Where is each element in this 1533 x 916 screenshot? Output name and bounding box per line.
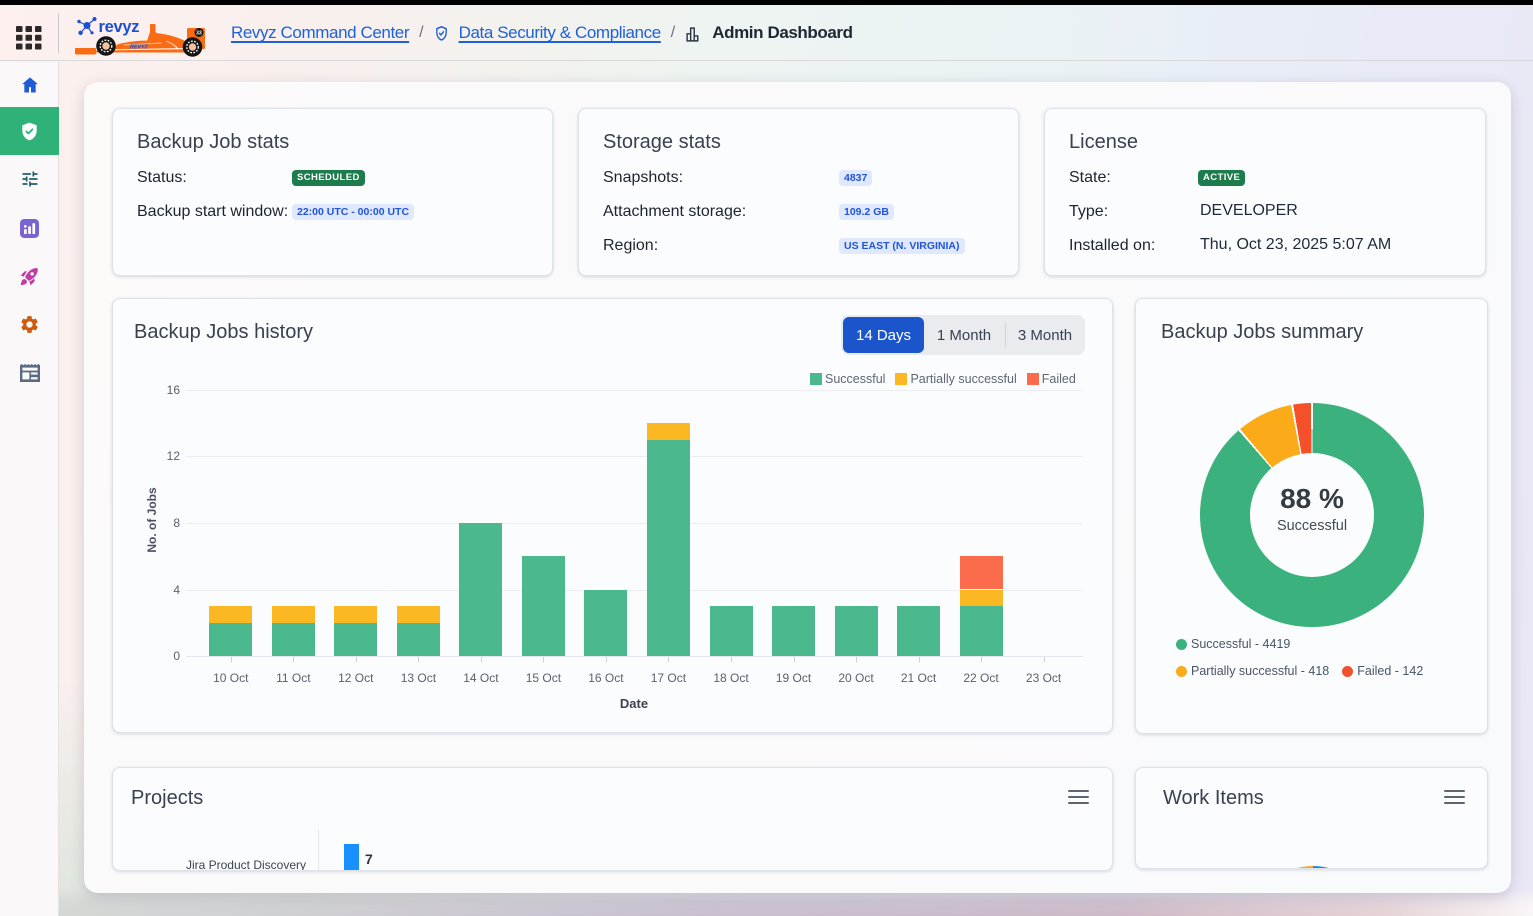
- svg-text:revyz: revyz: [99, 18, 140, 36]
- svg-text:REVYZ: REVYZ: [130, 45, 149, 51]
- svg-text:33: 33: [196, 31, 202, 37]
